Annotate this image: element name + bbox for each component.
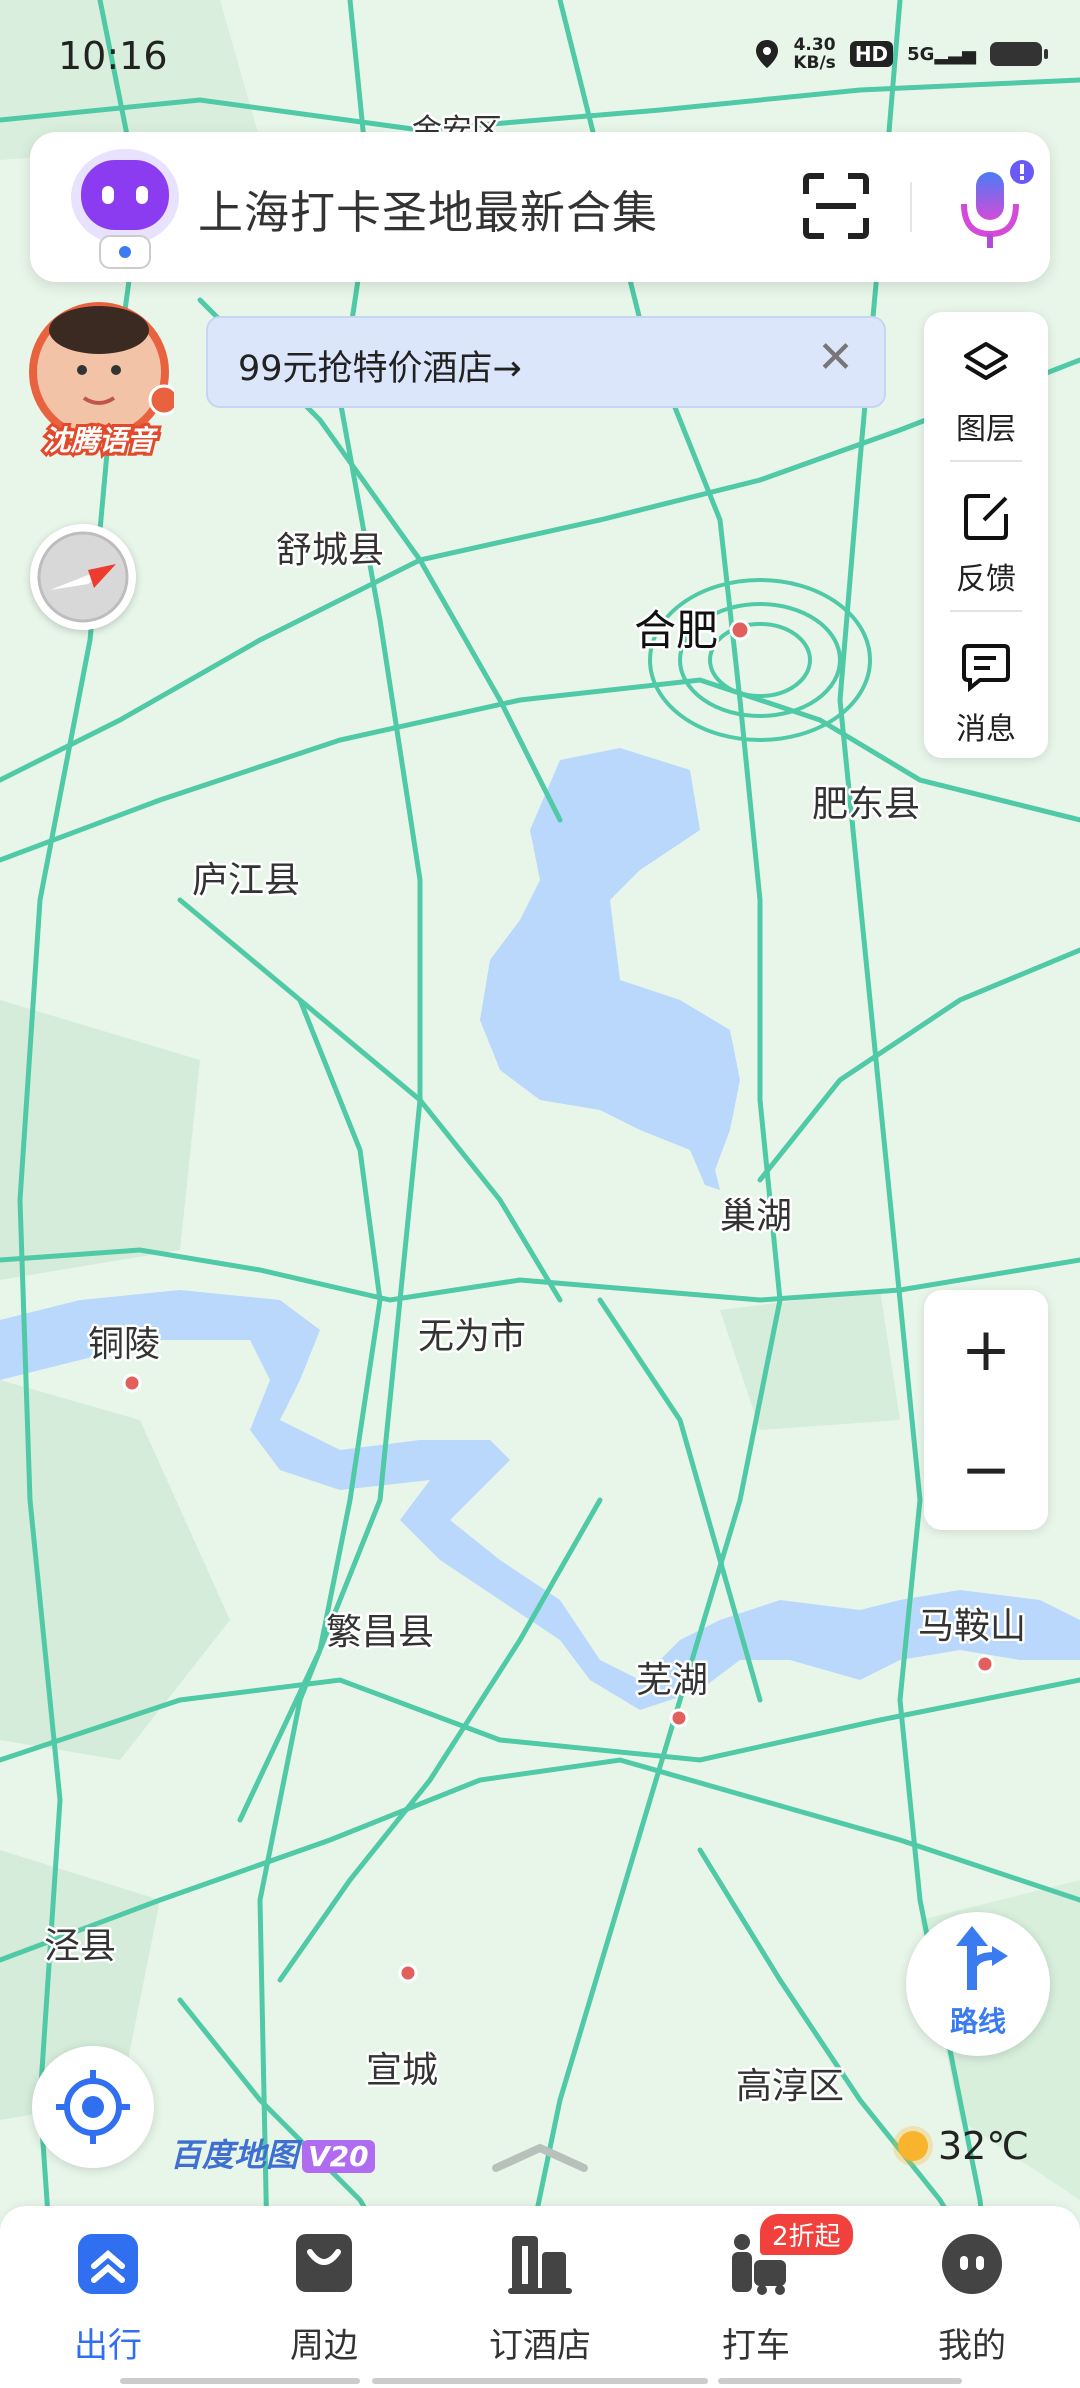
hotel-promo-banner[interactable]: 99元抢特价酒店→ ✕ xyxy=(206,316,886,408)
zoom-out-button[interactable]: − xyxy=(924,1410,1048,1530)
map-tools-panel: 图层 反馈 消息 xyxy=(924,312,1048,758)
tab-nearby[interactable]: 周边 xyxy=(224,2230,424,2366)
sun-icon xyxy=(898,2131,928,2161)
route-button[interactable]: 路线 xyxy=(906,1912,1050,2056)
location-icon xyxy=(756,40,779,68)
logo-version: V20 xyxy=(302,2140,375,2173)
map-label: 芜湖 xyxy=(636,1660,708,1701)
network-type: 5G xyxy=(907,43,935,65)
status-icons: 4.30 KB/s HD 5G▂▃▅ xyxy=(755,36,1048,72)
map-label: 泾县 xyxy=(44,1926,116,1967)
microphone-icon[interactable] xyxy=(940,158,1040,258)
gesture-bar xyxy=(372,2378,708,2384)
map-label: 合肥 xyxy=(634,606,718,655)
scan-icon[interactable] xyxy=(800,170,872,242)
messages-label: 消息 xyxy=(956,712,1016,747)
layers-label: 图层 xyxy=(956,412,1016,447)
promo-text[interactable]: 99元抢特价酒店→ xyxy=(238,340,522,391)
layers-button[interactable]: 图层 xyxy=(924,312,1048,460)
layers-icon xyxy=(964,342,1008,380)
status-bar: 10:16 4.30 KB/s HD 5G▂▃▅ xyxy=(0,0,1080,110)
tab-label: 周边 xyxy=(290,2326,358,2366)
speed-value: 4.30 xyxy=(793,35,836,55)
map-label: 繁昌县 xyxy=(326,1612,434,1653)
network-speed: 4.30 KB/s xyxy=(793,36,835,72)
map-label: 马鞍山 xyxy=(918,1606,1026,1647)
map-label: 无为市 xyxy=(418,1316,526,1357)
map-label: 宣城 xyxy=(366,2050,438,2091)
zoom-in-button[interactable]: + xyxy=(924,1290,1048,1410)
route-label: 路线 xyxy=(949,2005,1006,2038)
tab-travel[interactable]: 出行 xyxy=(8,2230,208,2366)
route-arrow-icon xyxy=(956,1926,1008,1990)
map-label: 庐江县 xyxy=(192,860,300,901)
voice-avatar[interactable]: 沈腾语音 xyxy=(24,300,174,460)
tab-label: 我的 xyxy=(938,2326,1006,2366)
battery-icon xyxy=(990,42,1048,66)
map-label: 肥东县 xyxy=(812,784,920,825)
shopping-bag-icon xyxy=(296,2234,352,2292)
bottom-tab-bar: 出行 周边 订酒店 打车 我的 xyxy=(0,2206,1080,2388)
tab-label: 打车 xyxy=(722,2326,790,2366)
map-label: 舒城县 xyxy=(276,530,384,571)
compass-icon[interactable] xyxy=(30,524,136,630)
assistant-robot-icon[interactable] xyxy=(66,142,184,272)
logo-name: 百度地图 xyxy=(170,2136,299,2174)
status-time: 10:16 xyxy=(58,34,168,78)
hotel-icon xyxy=(508,2236,572,2294)
weather-widget[interactable]: 32℃ xyxy=(898,2124,1029,2168)
profile-icon xyxy=(942,2234,1002,2294)
travel-icon xyxy=(78,2234,138,2294)
feedback-button[interactable]: 反馈 xyxy=(924,462,1048,610)
locate-me-icon[interactable] xyxy=(32,2046,154,2168)
gesture-bar xyxy=(120,2378,360,2384)
baidu-map-logo: 百度地图 V20 xyxy=(170,2130,375,2176)
voice-avatar-label: 沈腾语音 xyxy=(43,424,158,457)
map-label: 铜陵 xyxy=(88,1324,160,1365)
search-bar[interactable]: 上海打卡圣地最新合集 xyxy=(30,132,1050,282)
tab-label: 出行 xyxy=(74,2326,142,2366)
temperature: 32℃ xyxy=(938,2124,1030,2168)
gesture-bar xyxy=(718,2378,962,2384)
messages-button[interactable]: 消息 xyxy=(924,612,1048,760)
tab-hotel[interactable]: 订酒店 xyxy=(440,2230,640,2366)
search-text[interactable]: 上海打卡圣地最新合集 xyxy=(198,176,658,241)
signal-icon: 5G▂▃▅ xyxy=(907,43,976,65)
taxi-discount-badge: 2折起 xyxy=(760,2214,853,2255)
message-icon xyxy=(962,644,1010,692)
hd-icon: HD xyxy=(849,41,894,67)
map-label: 高淳区 xyxy=(736,2066,844,2107)
speed-unit: KB/s xyxy=(793,53,836,73)
tab-label: 订酒店 xyxy=(489,2326,591,2366)
feedback-label: 反馈 xyxy=(956,562,1016,597)
tab-profile[interactable]: 我的 xyxy=(872,2230,1072,2366)
map-label: 巢湖 xyxy=(720,1196,792,1237)
divider xyxy=(910,182,912,232)
feedback-icon xyxy=(964,494,1008,540)
chevron-up-icon[interactable] xyxy=(490,2142,590,2172)
zoom-control: + − xyxy=(924,1290,1048,1530)
close-icon[interactable]: ✕ xyxy=(817,332,854,383)
